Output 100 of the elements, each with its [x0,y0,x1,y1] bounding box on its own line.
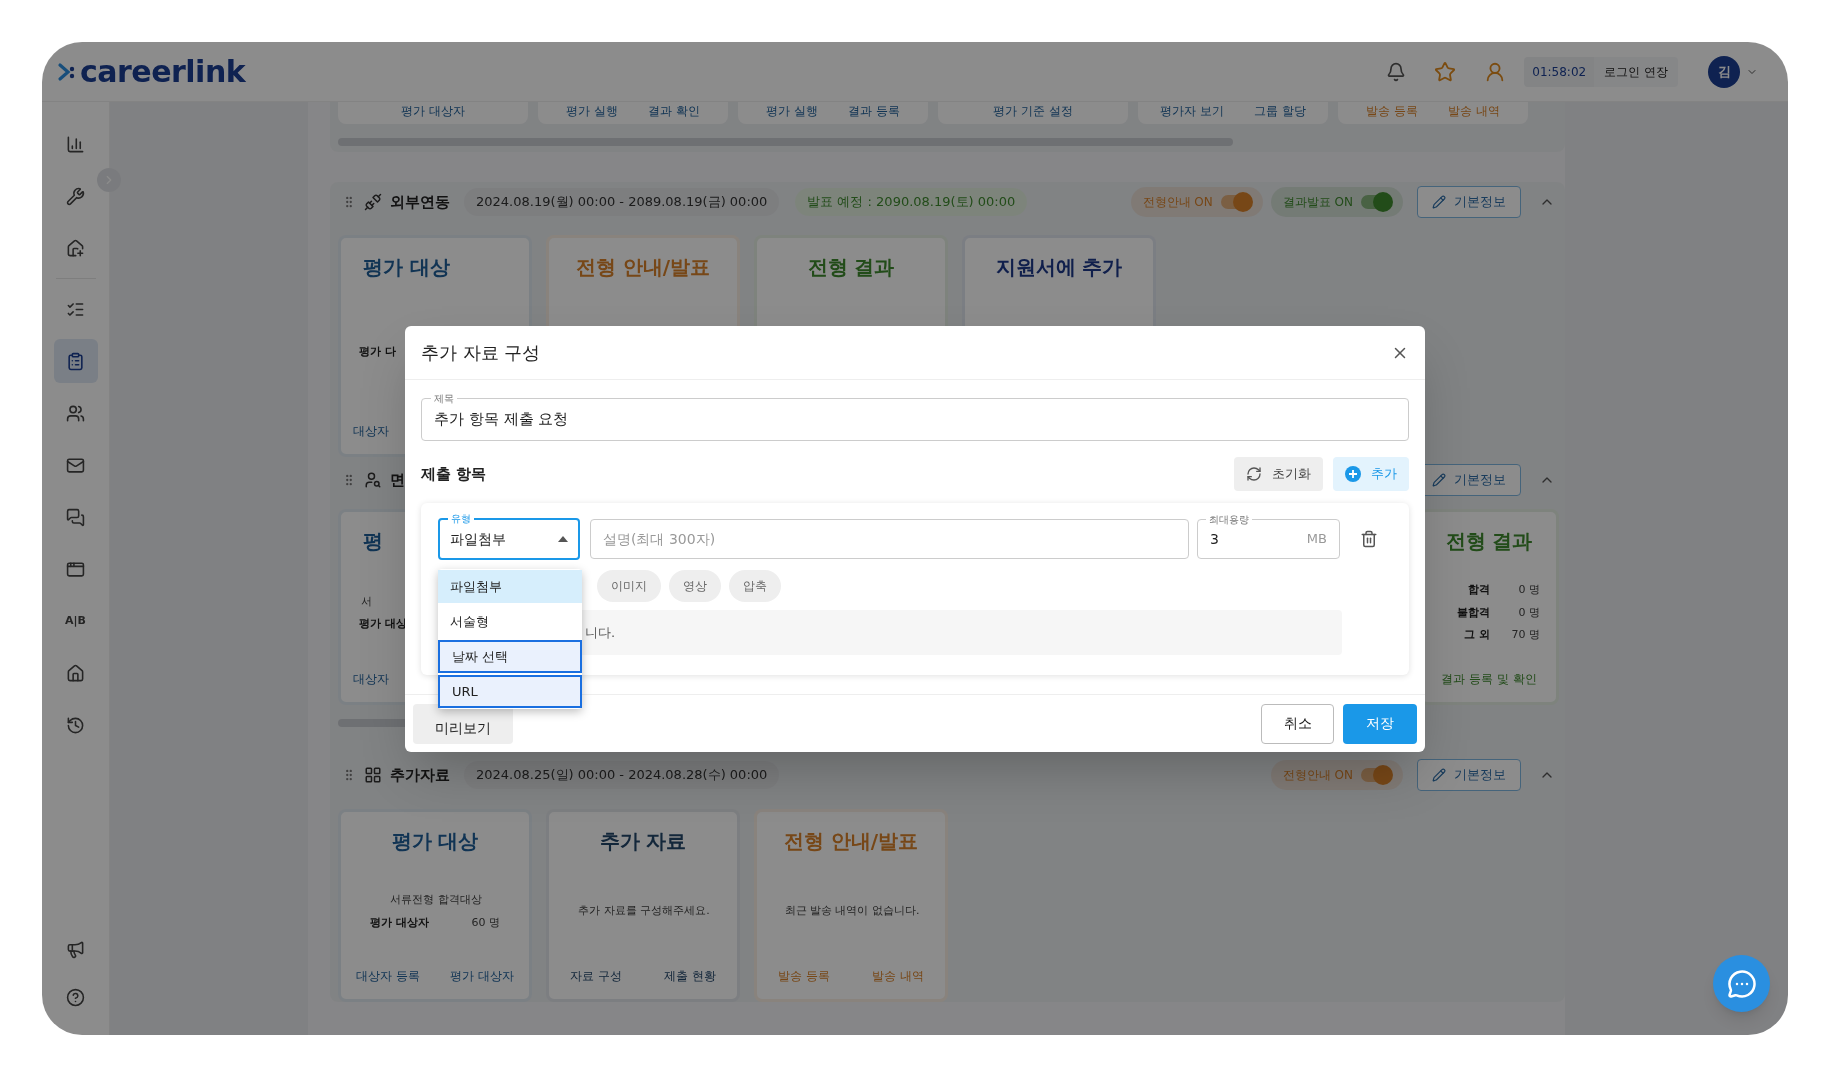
dropdown-option[interactable]: 서술형 [438,605,582,638]
announce-chip: 발표 예정 : 2090.08.19(토) 00:00 [795,188,1028,216]
card-title: 전형 결과 [1445,528,1533,555]
chat-icon [66,507,85,527]
pencil-icon [1432,768,1446,782]
help-icon [66,987,85,1007]
card-title: 추가 자료 [599,828,687,855]
card-link[interactable]: 대상자 [353,670,389,688]
row-label: 평가 대상자 [370,914,430,931]
row-value: 0 명 [1517,604,1540,621]
card-text: 서 [360,593,372,610]
period-chip: 2024.08.19(월) 00:00 - 2089.08.19(금) 00:00 [464,188,780,216]
refresh-icon [1246,466,1262,482]
card-link[interactable]: 평가 기준 설정 [993,102,1073,120]
toggle-label: 결과발표 ON [1282,194,1353,211]
ab-test-item[interactable]: A|B [53,599,98,643]
card-link[interactable]: 평가자 보기 [1160,102,1224,120]
cancel-button[interactable]: 취소 [1261,703,1334,744]
section-title: 면 [390,469,405,491]
dropdown-option[interactable]: 날짜 선택 [438,640,582,673]
row-label: 평가 대상 [359,616,408,632]
row-value: 0 명 [1517,582,1540,599]
person-search-icon [364,471,382,489]
card-title: 평가 대상 [391,828,479,855]
file-type-chip[interactable]: 압축 [729,570,781,602]
card-link[interactable]: 대상자 [353,422,389,440]
reset-button[interactable]: 초기화 [1234,457,1323,491]
card-title: 지원서에 추가 [995,254,1123,281]
card-link[interactable]: 결과 등록 및 확인 [1441,670,1537,688]
file-type-chip[interactable]: 이미지 [597,570,661,602]
sidebar-item[interactable] [53,339,98,383]
toggle-label: 전형안내 ON [1282,767,1353,784]
description-field[interactable]: 설명(최대 300자) [590,519,1189,559]
wrench-icon [66,186,85,206]
card-link[interactable]: 발송 등록 [1366,102,1418,120]
card-link[interactable]: 제출 현황 [664,967,716,985]
window-icon [66,559,85,579]
chat-bubble-icon [1726,968,1757,999]
star-icon[interactable] [1434,60,1457,83]
section-title: 외부연동 [390,191,450,213]
megaphone-icon [66,939,85,959]
card-title: 전형 결과 [807,254,895,281]
card-link[interactable]: 발송 내역 [1448,102,1500,120]
history-icon [66,715,85,735]
unit-label: MB [1306,530,1327,549]
card-title: 전형 안내/발표 [783,828,919,855]
people-icon [66,403,85,423]
field-label: 유형 [448,511,474,526]
caret-icon [558,536,568,542]
card-link[interactable]: 평가 대상자 [450,967,514,985]
field-label: 제목 [431,391,457,406]
avatar[interactable]: 김 [1708,55,1740,88]
card-title: 평가 대상 [362,254,450,281]
select-value: 파일첨부 [450,529,506,549]
mail-icon [66,455,85,475]
logo[interactable]: careerlink [80,49,246,94]
toggle-label: 전형안내 ON [1142,194,1213,211]
row-value: 70 명 [1510,627,1540,644]
dialog-title: 추가 자료 구성 [421,341,541,365]
card-text: 최근 발송 내역이 없습니다. [783,903,920,920]
card-link[interactable]: 자료 구성 [570,967,622,985]
card-link[interactable]: 결과 등록 [848,102,900,120]
card-link[interactable]: 결과 확인 [648,102,700,120]
section-heading: 제출 항목 [421,463,487,485]
card-link[interactable]: 발송 등록 [778,967,830,985]
row-label: 그 외 [1463,627,1490,644]
notice-text: 니다. [585,623,616,642]
house-icon [66,663,85,683]
card-link[interactable]: 평가 대상자 [401,102,465,120]
row-value: 60 명 [470,914,500,931]
row-label: 합격 [1467,582,1490,599]
save-button[interactable]: 저장 [1343,703,1417,744]
file-type-chip[interactable]: 영상 [669,570,721,602]
period-chip: 2024.08.25(일) 00:00 - 2024.08.28(수) 00:00 [464,761,780,789]
card-title: 전형 안내/발표 [575,254,711,281]
dropdown-option[interactable]: URL [438,675,582,708]
pencil-icon [1432,473,1446,487]
edit-button[interactable]: 기본정보 [1417,186,1521,218]
field-value: 3 [1210,529,1219,549]
add-button[interactable]: 추가 [1333,457,1409,491]
card-link[interactable]: 대상자 등록 [356,967,420,985]
field-value: 추가 항목 제출 요청 [434,409,569,431]
pencil-icon [1432,195,1446,209]
notification-icon[interactable] [1386,61,1407,82]
card-link[interactable]: 그룹 할당 [1254,102,1306,120]
dropdown-option[interactable]: 파일첨부 [438,570,582,603]
row-label: 불합격 [1456,604,1490,621]
session-timer: 01:58:02 [1524,56,1595,87]
chart-icon [66,134,85,154]
extend-login-button[interactable]: 로그인 연장 [1594,56,1678,87]
card-link[interactable]: 평가 실행 [566,102,618,120]
card-link[interactable]: 발송 내역 [872,967,924,985]
card-title: 평 [362,528,383,555]
clipboard-icon [66,351,85,371]
section-title: 추가자료 [390,764,450,786]
card-link[interactable]: 평가 실행 [766,102,818,120]
edit-button[interactable]: 기본정보 [1417,759,1521,791]
card-text: 서류전형 합격대상 [389,892,482,908]
trash-icon[interactable] [1360,530,1378,548]
house-icon [66,238,85,258]
